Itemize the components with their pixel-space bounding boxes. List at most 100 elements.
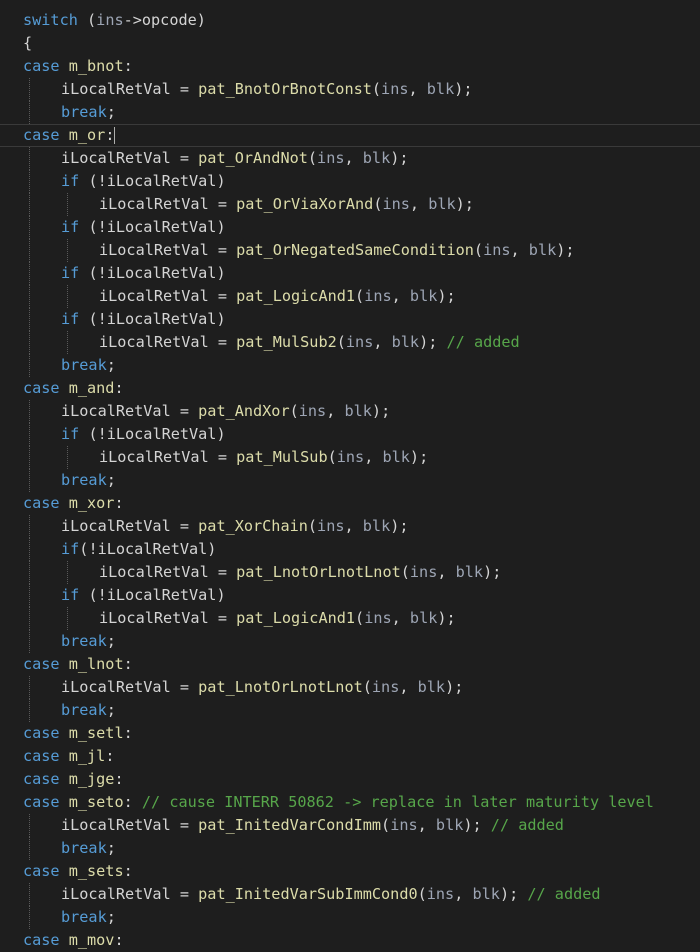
code-content: iLocalRetVal = pat_InitedVarCondImm(ins,… xyxy=(23,816,564,834)
code-line[interactable]: if(!iLocalRetVal) xyxy=(0,538,700,561)
code-line[interactable]: iLocalRetVal = pat_InitedVarSubImmCond0(… xyxy=(0,883,700,906)
code-line[interactable]: iLocalRetVal = pat_MulSub2(ins, blk); //… xyxy=(0,331,700,354)
indent-guide xyxy=(67,331,68,354)
code-line[interactable]: break; xyxy=(0,101,700,124)
code-token: ( xyxy=(77,11,97,29)
code-line[interactable]: if (!iLocalRetVal) xyxy=(0,170,700,193)
code-line[interactable]: case m_lnot: xyxy=(0,653,700,676)
code-line[interactable]: break; xyxy=(0,906,700,929)
code-line[interactable]: if (!iLocalRetVal) xyxy=(0,262,700,285)
indent-guide xyxy=(29,147,30,170)
code-line[interactable]: iLocalRetVal = pat_LnotOrLnotLnot(ins, b… xyxy=(0,676,700,699)
code-line[interactable]: case m_xor: xyxy=(0,492,700,515)
code-token: ( xyxy=(336,333,346,351)
indent-guide xyxy=(29,446,30,469)
indent-guide xyxy=(67,607,68,630)
code-token: ( xyxy=(371,80,382,98)
code-content: break; xyxy=(23,839,116,857)
code-line[interactable]: { xyxy=(0,32,700,55)
code-line[interactable]: iLocalRetVal = pat_OrViaXorAnd(ins, blk)… xyxy=(0,193,700,216)
code-line[interactable]: iLocalRetVal = pat_XorChain(ins, blk); xyxy=(0,515,700,538)
indent-guide xyxy=(67,239,68,262)
code-content: case m_lnot: xyxy=(23,655,133,673)
code-line[interactable]: iLocalRetVal = pat_OrNegatedSameConditio… xyxy=(0,239,700,262)
code-line[interactable]: case m_mov: xyxy=(0,929,700,952)
code-line[interactable]: iLocalRetVal = pat_BnotOrBnotConst(ins, … xyxy=(0,78,700,101)
code-editor[interactable]: switch (ins->opcode){ case m_bnot: iLocalR… xyxy=(0,9,700,952)
code-token: : xyxy=(123,57,133,75)
code-token: (!iLocalRetVal) xyxy=(79,172,226,190)
code-line[interactable]: case m_sets: xyxy=(0,860,700,883)
code-line[interactable]: iLocalRetVal = pat_InitedVarCondImm(ins,… xyxy=(0,814,700,837)
code-line[interactable]: break; xyxy=(0,354,700,377)
indent-guide xyxy=(29,308,30,331)
code-token: ; xyxy=(106,471,116,489)
code-token: if xyxy=(61,218,80,236)
code-token: m_setl xyxy=(68,724,124,742)
code-token: (!iLocalRetVal) xyxy=(79,264,226,282)
code-line[interactable]: if (!iLocalRetVal) xyxy=(0,216,700,239)
code-line[interactable]: break; xyxy=(0,699,700,722)
code-line[interactable]: case m_setl: xyxy=(0,722,700,745)
code-line[interactable]: if (!iLocalRetVal) xyxy=(0,423,700,446)
code-content: iLocalRetVal = pat_OrNegatedSameConditio… xyxy=(23,241,575,259)
code-line[interactable]: case m_jl: xyxy=(0,745,700,768)
code-content: case m_bnot: xyxy=(23,57,133,75)
indent-guide xyxy=(29,262,30,285)
indent-guide xyxy=(29,837,30,860)
code-content: iLocalRetVal = pat_LnotOrLnotLnot(ins, b… xyxy=(23,678,463,696)
code-token: ins xyxy=(381,80,409,98)
code-token: ; xyxy=(106,632,116,650)
code-line[interactable]: break; xyxy=(0,630,700,653)
indent-guide xyxy=(29,193,30,216)
code-line[interactable]: case m_and: xyxy=(0,377,700,400)
code-content: iLocalRetVal = pat_MulSub(ins, blk); xyxy=(23,448,428,466)
code-token: ins xyxy=(409,563,438,581)
code-token: ; xyxy=(106,103,116,121)
code-token: ins xyxy=(390,816,418,834)
code-line[interactable]: if (!iLocalRetVal) xyxy=(0,584,700,607)
code-line[interactable]: iLocalRetVal = pat_OrAndNot(ins, blk); xyxy=(0,147,700,170)
code-line[interactable]: case m_seto: // cause INTERR 50862 -> re… xyxy=(0,791,700,814)
indent-guide xyxy=(29,170,30,193)
code-line[interactable]: case m_jge: xyxy=(0,768,700,791)
code-token: : xyxy=(114,931,124,949)
code-token: , xyxy=(417,816,436,834)
code-line[interactable]: break; xyxy=(0,469,700,492)
code-content: if (!iLocalRetVal) xyxy=(23,586,226,604)
code-content: case m_jge: xyxy=(23,770,124,788)
code-token: ins xyxy=(382,195,410,213)
code-line[interactable]: case m_or: xyxy=(0,124,700,147)
code-line[interactable]: iLocalRetVal = pat_LogicAnd1(ins, blk); xyxy=(0,285,700,308)
code-line[interactable]: iLocalRetVal = pat_AndXor(ins, blk); xyxy=(0,400,700,423)
code-token: pat_LogicAnd1 xyxy=(236,287,356,305)
code-line[interactable]: break; xyxy=(0,837,700,860)
code-token: m_mov xyxy=(68,931,115,949)
code-line[interactable]: iLocalRetVal = pat_MulSub(ins, blk); xyxy=(0,446,700,469)
code-token: ); xyxy=(371,402,391,420)
code-token: ins xyxy=(336,448,365,466)
code-line[interactable]: if (!iLocalRetVal) xyxy=(0,308,700,331)
code-token: if xyxy=(61,172,80,190)
indent-guide xyxy=(29,814,30,837)
code-token: pat_AndXor xyxy=(198,402,290,420)
code-token: case xyxy=(23,770,60,788)
code-line[interactable]: iLocalRetVal = pat_LnotOrLnotLnot(ins, b… xyxy=(0,561,700,584)
code-line[interactable]: switch (ins->opcode) xyxy=(0,9,700,32)
code-line[interactable]: iLocalRetVal = pat_LogicAnd1(ins, blk); xyxy=(0,607,700,630)
code-token: if xyxy=(61,310,80,328)
code-content: case m_mov: xyxy=(23,931,124,949)
code-token: pat_MulSub xyxy=(236,448,328,466)
code-token: if xyxy=(61,586,80,604)
code-line[interactable]: case m_bnot: xyxy=(0,55,700,78)
code-token: if xyxy=(61,264,80,282)
code-token: pat_MulSub2 xyxy=(236,333,337,351)
indent-guide xyxy=(67,446,68,469)
code-token: blk xyxy=(409,287,438,305)
code-token: ins xyxy=(364,287,392,305)
code-token: iLocalRetVal = xyxy=(99,333,237,351)
